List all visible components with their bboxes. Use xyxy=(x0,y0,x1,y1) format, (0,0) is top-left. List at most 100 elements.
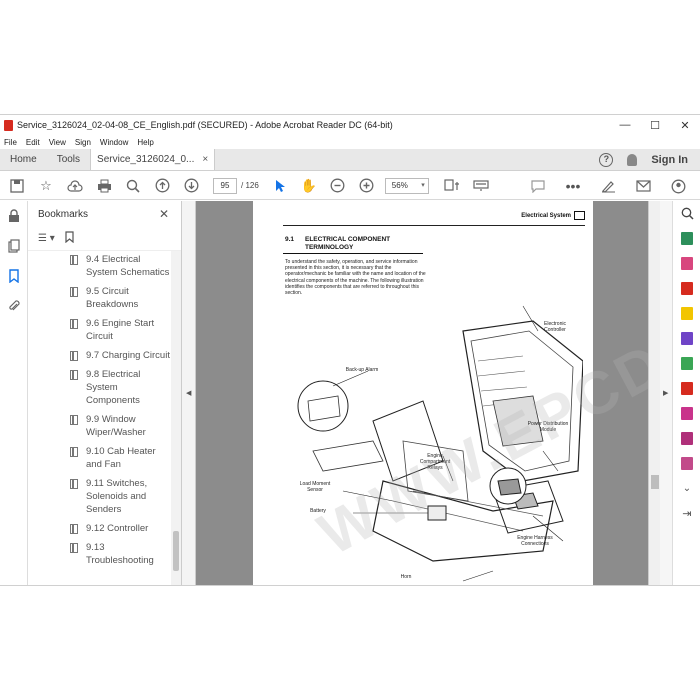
account-icon[interactable] xyxy=(667,175,689,197)
notifications-bell-icon[interactable] xyxy=(627,153,638,166)
previous-page-icon[interactable] xyxy=(151,175,173,197)
bookmark-item[interactable]: 9.11 Switches, Solenoids and Senders xyxy=(28,475,172,520)
attachments-paperclip-icon[interactable] xyxy=(0,291,28,321)
menu-view[interactable]: View xyxy=(49,138,66,147)
page-fit-icon[interactable] xyxy=(441,175,463,197)
export-pdf-icon[interactable] xyxy=(673,226,700,251)
comment-icon[interactable] xyxy=(527,175,549,197)
zoom-level-select[interactable]: 56% xyxy=(384,177,429,194)
tab-bar-right: ? Sign In xyxy=(599,149,700,170)
bookmark-item[interactable]: 9.7 Charging Circuit xyxy=(28,347,172,366)
label-load-moment: Load Moment Sensor xyxy=(299,481,331,493)
window-title: Service_3126024_02-04-08_CE_English.pdf … xyxy=(17,120,393,130)
bookmarks-panel-icon[interactable] xyxy=(0,261,28,291)
bookmark-item[interactable]: 9.9 Window Wiper/Washer xyxy=(28,411,172,443)
bookmark-item[interactable]: 9.5 Circuit Breakdowns xyxy=(28,283,172,315)
collapse-left-panel[interactable]: ◀ xyxy=(182,201,196,585)
label-engine-harness: Engine Harness Connections xyxy=(517,535,553,547)
bookmark-options-icon[interactable]: ☰ ▾ xyxy=(38,233,55,244)
more-options-icon[interactable]: ••• xyxy=(562,175,584,197)
page-number-input[interactable]: 95 xyxy=(213,177,237,194)
collapse-right-arrow-icon: ▶ xyxy=(663,390,669,397)
bookmarks-header: Bookmarks ✕ xyxy=(28,201,181,227)
print-icon[interactable] xyxy=(93,175,115,197)
bookmarks-scroll-thumb[interactable] xyxy=(173,531,179,571)
bookmarks-scrollbar[interactable] xyxy=(171,251,181,585)
close-bookmarks-icon[interactable]: ✕ xyxy=(159,207,169,221)
menu-edit[interactable]: Edit xyxy=(26,138,40,147)
menu-sign[interactable]: Sign xyxy=(75,138,91,147)
help-icon[interactable]: ? xyxy=(599,152,614,167)
toolbar-right-group: ••• xyxy=(527,172,700,200)
tab-spacer xyxy=(215,149,599,170)
edit-pdf-icon[interactable] xyxy=(673,251,700,276)
more-tools-icon[interactable] xyxy=(673,451,700,476)
search-zoom-icon[interactable] xyxy=(122,175,144,197)
next-page-icon[interactable] xyxy=(180,175,202,197)
bookmark-item[interactable]: 9.12 Controller xyxy=(28,520,172,539)
sign-pen-icon[interactable] xyxy=(597,175,619,197)
bookmark-item[interactable]: 9.8 Electrical System Components xyxy=(28,366,172,411)
document-viewport[interactable]: Electrical System 9.1 ELECTRICAL COMPONE… xyxy=(196,201,648,585)
collapse-right-panel[interactable]: ▶ xyxy=(660,201,672,585)
section-title: ELECTRICAL COMPONENT TERMINOLOGY xyxy=(305,236,391,251)
sign-in-button[interactable]: Sign In xyxy=(651,154,688,166)
bookmarks-list: 9.4 Electrical System Schematics 9.5 Cir… xyxy=(28,251,172,585)
create-pdf-icon[interactable] xyxy=(673,276,700,301)
add-bookmark-icon[interactable] xyxy=(65,231,75,246)
screenshot-frame: Service_3126024_02-04-08_CE_English.pdf … xyxy=(0,0,700,700)
protect-icon[interactable] xyxy=(673,426,700,451)
email-icon[interactable] xyxy=(632,175,654,197)
lock-icon[interactable] xyxy=(0,201,28,231)
bookmark-label: 9.5 Circuit Breakdowns xyxy=(86,286,139,310)
label-electronic-controller: Electronic Controller xyxy=(544,321,566,333)
keyboard-icon[interactable] xyxy=(470,175,492,197)
upload-cloud-icon[interactable] xyxy=(64,175,86,197)
zoom-out-icon[interactable] xyxy=(327,175,349,197)
page-thumbnails-icon[interactable] xyxy=(0,231,28,261)
document-scrollbar[interactable] xyxy=(648,201,660,585)
bookmark-page-icon xyxy=(70,415,78,425)
bookmark-page-icon xyxy=(70,351,78,361)
bookmark-item[interactable]: 9.4 Electrical System Schematics xyxy=(28,251,172,283)
close-window-button[interactable]: ✕ xyxy=(670,119,700,132)
organize-pages-icon[interactable] xyxy=(673,351,700,376)
tab-document[interactable]: Service_3126024_0... × xyxy=(90,149,216,170)
maximize-button[interactable]: ☐ xyxy=(640,119,670,132)
menu-bar: File Edit View Sign Window Help xyxy=(0,135,700,149)
minimize-button[interactable]: — xyxy=(610,119,640,131)
acrobat-app-icon xyxy=(4,119,13,131)
save-icon[interactable] xyxy=(6,175,28,197)
menu-file[interactable]: File xyxy=(4,138,17,147)
comment-tool-icon[interactable] xyxy=(673,301,700,326)
label-backup-alarm: Back-up Alarm xyxy=(345,367,379,373)
bookmark-page-icon xyxy=(70,479,78,489)
collapse-tools-arrow-icon[interactable]: ⇥ xyxy=(673,501,700,526)
hand-pan-icon[interactable]: ✋ xyxy=(298,175,320,197)
tab-document-label: Service_3126024_0... xyxy=(97,154,195,165)
zoom-tool-icon[interactable] xyxy=(673,201,700,226)
compress-pdf-icon[interactable] xyxy=(673,376,700,401)
combine-files-icon[interactable] xyxy=(673,326,700,351)
close-tab-icon[interactable]: × xyxy=(202,154,208,165)
expand-tools-chevron-icon[interactable]: ⌄ xyxy=(673,476,700,501)
bookmark-item[interactable]: 9.10 Cab Heater and Fan xyxy=(28,443,172,475)
bookmark-star-icon[interactable]: ☆ xyxy=(35,175,57,197)
tab-tools[interactable]: Tools xyxy=(47,149,90,170)
zoom-in-icon[interactable] xyxy=(356,175,378,197)
select-cursor-icon[interactable] xyxy=(269,175,291,197)
tab-home[interactable]: Home xyxy=(0,149,47,170)
bookmark-label: 9.10 Cab Heater and Fan xyxy=(86,446,156,470)
bookmark-item[interactable]: 9.6 Engine Start Circuit xyxy=(28,315,172,347)
title-bar: Service_3126024_02-04-08_CE_English.pdf … xyxy=(0,115,700,135)
section-number: 9.1 xyxy=(285,236,295,243)
menu-window[interactable]: Window xyxy=(100,138,128,147)
menu-help[interactable]: Help xyxy=(137,138,153,147)
right-tools-rail: ⌄ ⇥ xyxy=(672,201,700,585)
fill-sign-icon[interactable] xyxy=(673,401,700,426)
bookmark-item[interactable]: 9.13 Troubleshooting xyxy=(28,539,172,571)
bookmark-page-icon xyxy=(70,447,78,457)
document-scroll-thumb[interactable] xyxy=(651,475,659,489)
acrobat-window: Service_3126024_02-04-08_CE_English.pdf … xyxy=(0,114,700,586)
bookmark-page-icon xyxy=(70,255,78,265)
